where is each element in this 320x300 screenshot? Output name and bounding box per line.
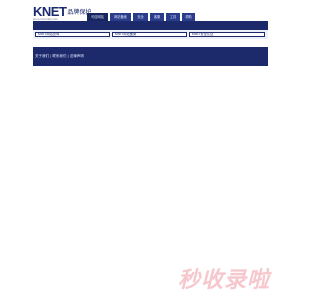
search-field-3[interactable]: KNET安全认证 xyxy=(189,32,265,37)
top-tabs: 可信网站 网站备案 安全 客服 工具 帮助 xyxy=(87,13,195,21)
tab-home[interactable]: 可信网站 xyxy=(87,13,108,21)
tab-2[interactable]: 网站备案 xyxy=(110,13,131,21)
tab-6[interactable]: 帮助 xyxy=(182,13,195,21)
tab-3[interactable]: 安全 xyxy=(133,13,148,21)
main-navbar xyxy=(33,21,268,30)
footer-links[interactable]: 关于我们 | 联系我们 | 法律声明 xyxy=(35,54,84,59)
watermark-text: 秒收录啦 xyxy=(177,268,270,293)
logo[interactable]: KNET品牌保护 knet.cnmarkip.com xyxy=(33,3,91,21)
search-field-1[interactable]: KNET网站查询 xyxy=(35,32,110,37)
tab-5[interactable]: 工具 xyxy=(166,13,180,21)
tab-4[interactable]: 客服 xyxy=(150,13,164,21)
search-row: KNET网站查询 KNET网站备案 KNET安全认证 xyxy=(33,30,268,39)
search-field-2[interactable]: KNET网站备案 xyxy=(112,32,187,37)
footer-banner: 关于我们 | 联系我们 | 法律声明 xyxy=(33,47,268,66)
